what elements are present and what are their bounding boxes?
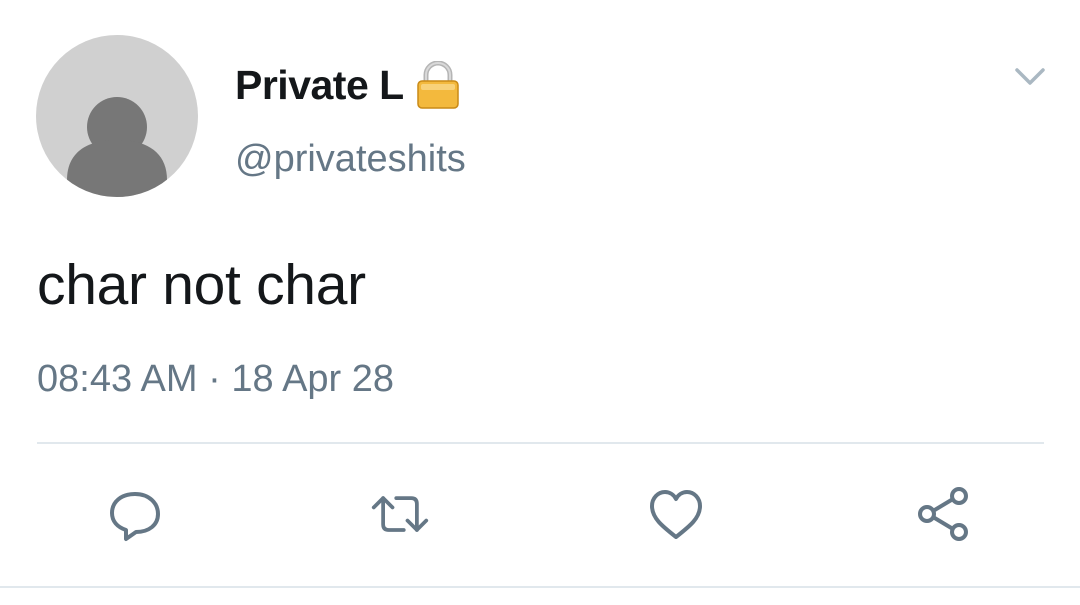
display-name-row: Private L bbox=[235, 60, 460, 109]
display-name[interactable]: Private L bbox=[235, 62, 404, 109]
reply-icon bbox=[110, 492, 160, 541]
share-icon bbox=[918, 487, 968, 541]
heart-icon bbox=[650, 490, 702, 539]
retweet-icon bbox=[371, 496, 429, 532]
chevron-down-icon[interactable] bbox=[1013, 64, 1047, 90]
lock-icon bbox=[416, 60, 460, 109]
tweet-text: char not char bbox=[37, 253, 366, 317]
user-handle[interactable]: @privateshits bbox=[235, 138, 466, 181]
divider bbox=[37, 442, 1044, 444]
retweet-button[interactable] bbox=[370, 484, 430, 544]
reply-button[interactable] bbox=[105, 484, 165, 544]
tweet-date: 18 Apr 28 bbox=[231, 358, 395, 400]
avatar[interactable] bbox=[36, 35, 198, 197]
like-button[interactable] bbox=[646, 484, 706, 544]
share-button[interactable] bbox=[913, 484, 973, 544]
tweet-timestamp: 08:43 AM · 18 Apr 28 bbox=[37, 358, 394, 401]
tweet-time: 08:43 AM bbox=[37, 358, 198, 400]
default-avatar-icon bbox=[67, 97, 167, 197]
bottom-divider bbox=[0, 586, 1080, 588]
timestamp-separator: · bbox=[197, 358, 232, 400]
